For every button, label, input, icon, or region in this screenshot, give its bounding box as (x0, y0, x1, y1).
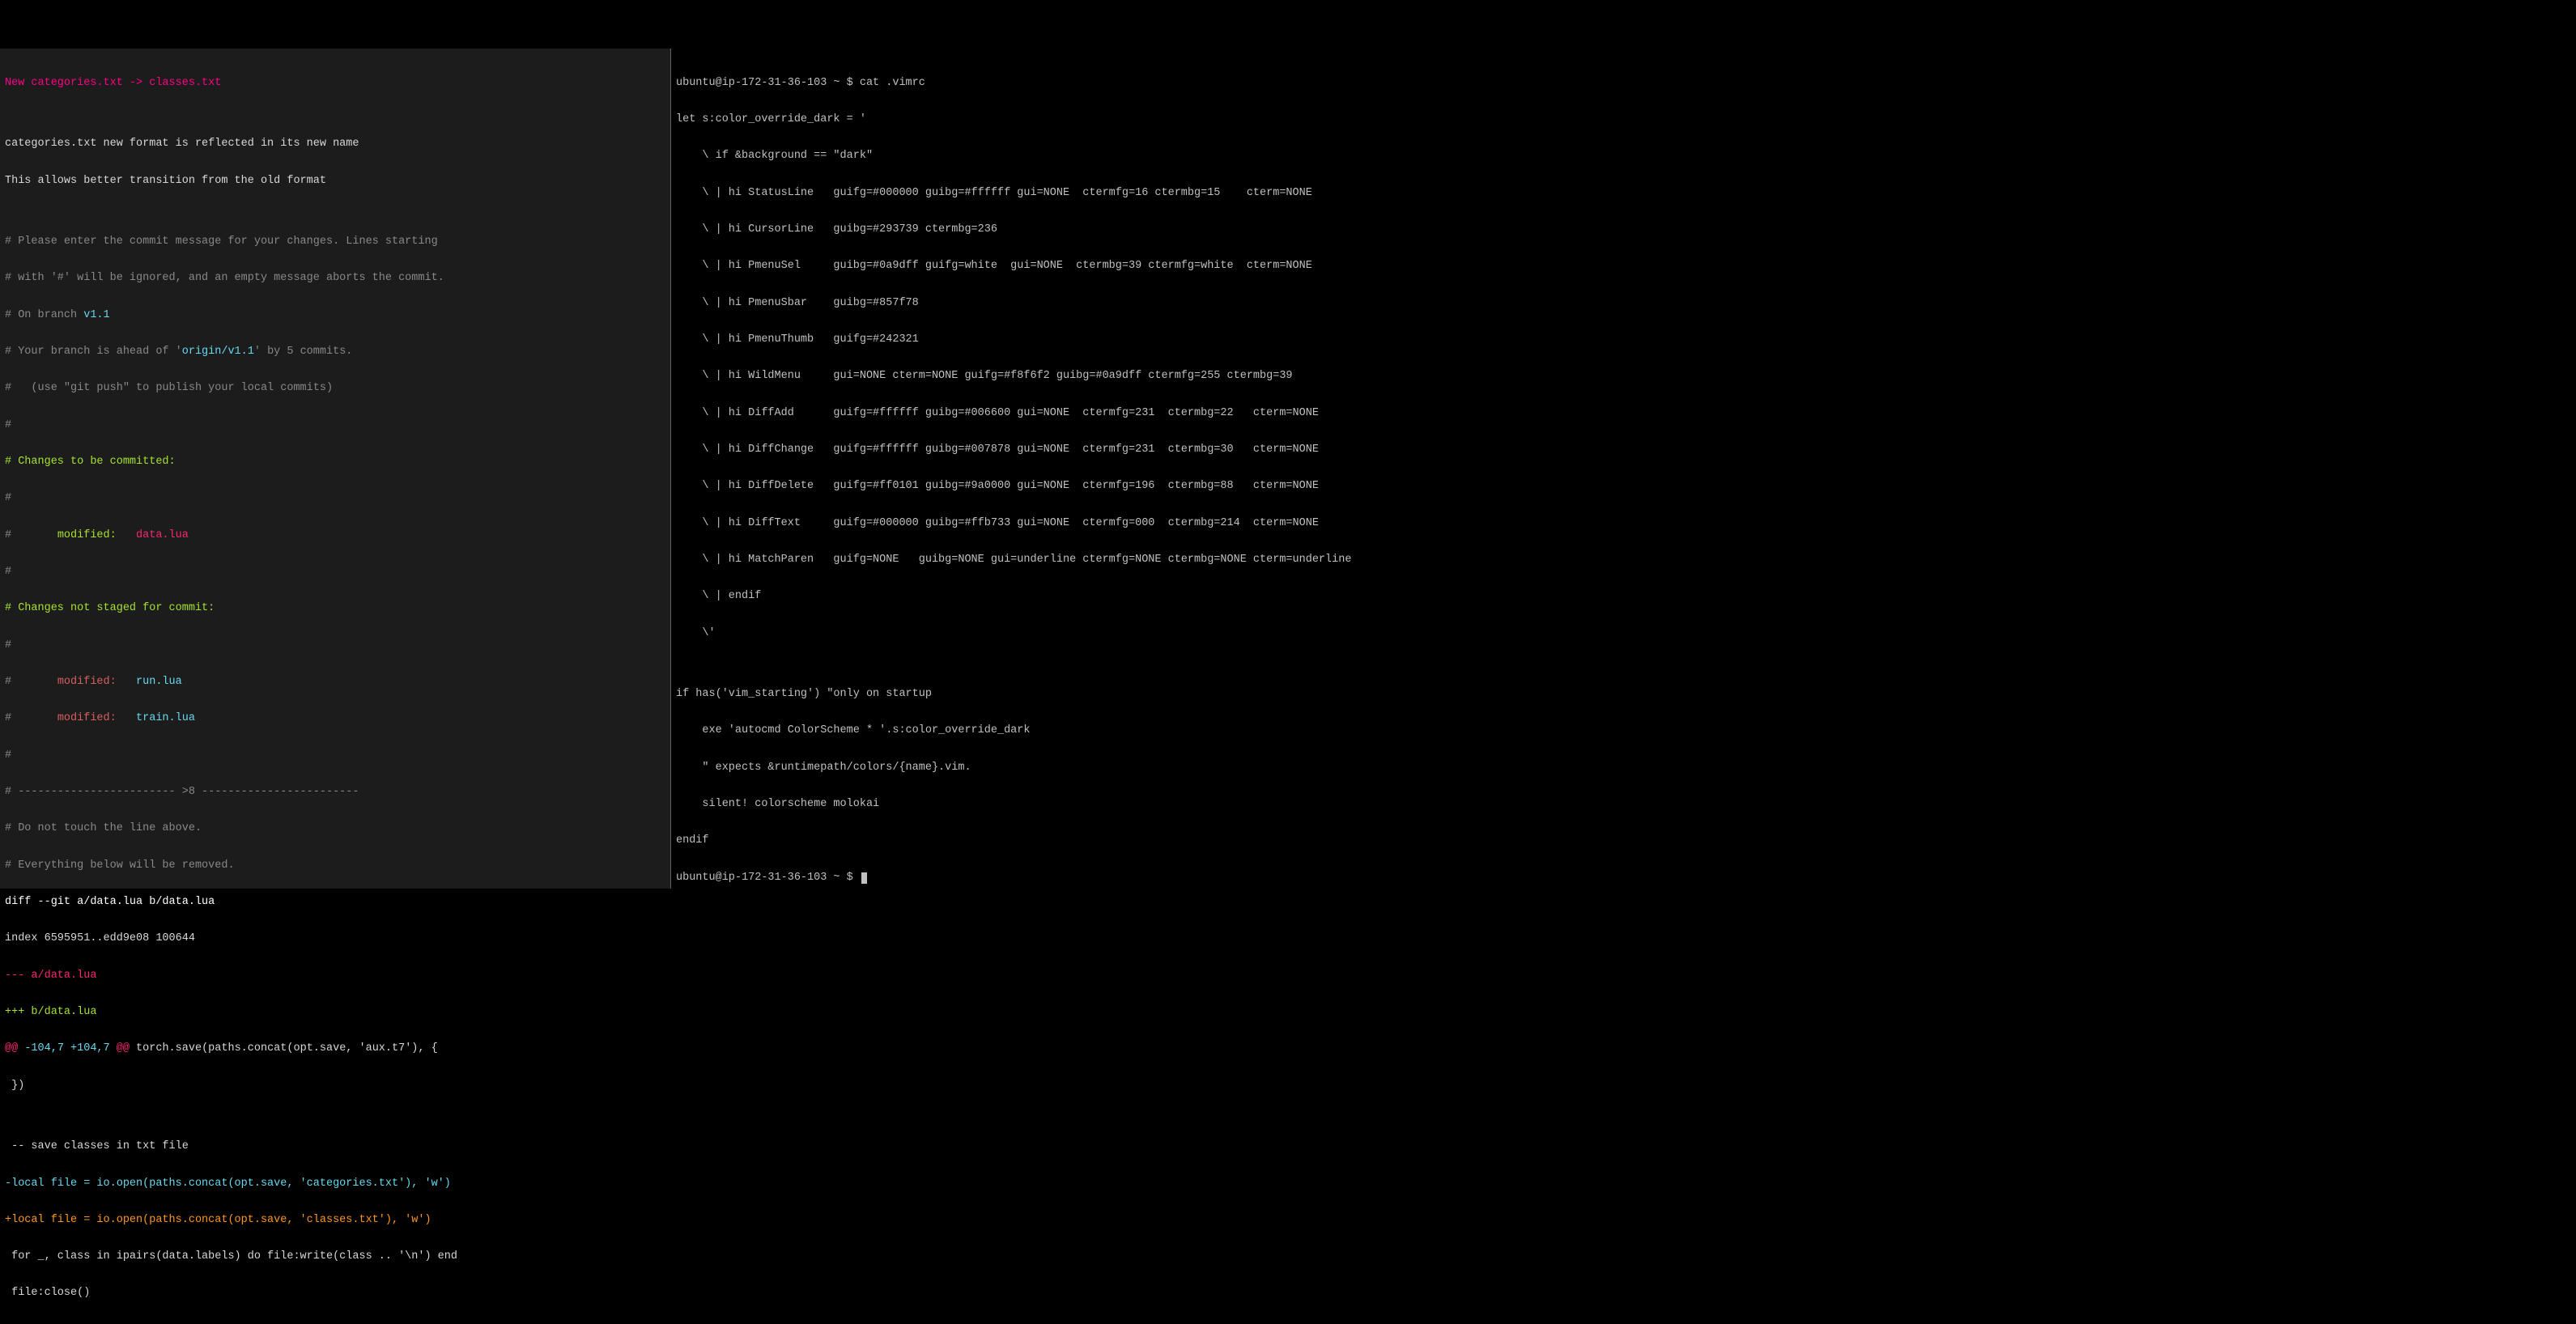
terminal-line: \ | hi StatusLine guifg=#000000 guibg=#f… (676, 187, 2570, 199)
terminal-line: " expects &runtimepath/colors/{name}.vim… (676, 762, 2570, 774)
changes-committed-header: # Changes to be committed: (5, 456, 664, 468)
commit-body-line[interactable]: This allows better transition from the o… (5, 175, 664, 187)
diff-context: }) (5, 1080, 664, 1092)
terminal-line: silent! colorscheme molokai (676, 798, 2570, 810)
comment-line: # with '#' will be ignored, and an empty… (5, 272, 664, 284)
comment-hash: # (5, 749, 664, 762)
commit-body-line[interactable]: categories.txt new format is reflected i… (5, 138, 664, 150)
diff-added-line: +local file = io.open(paths.concat(opt.s… (5, 1214, 664, 1226)
terminal-line: let s:color_override_dark = ' (676, 113, 2570, 125)
diff-hunk-header: @@ -104,7 +104,7 @@ torch.save(paths.con… (5, 1042, 664, 1055)
terminal-line: \ | hi MatchParen guifg=NONE guibg=NONE … (676, 554, 2570, 566)
shell-prompt-line[interactable]: ubuntu@ip-172-31-36-103 ~ $ (676, 872, 2570, 884)
terminal-line: \ | hi WildMenu gui=NONE cterm=NONE guif… (676, 370, 2570, 382)
push-hint: # (use "git push" to publish your local … (5, 382, 664, 394)
terminal-line: \ | hi PmenuSel guibg=#0a9dff guifg=whit… (676, 260, 2570, 272)
terminal-line: endif (676, 834, 2570, 847)
changes-not-staged-header: # Changes not staged for commit: (5, 602, 664, 614)
terminal-line: exe 'autocmd ColorScheme * '.s:color_ove… (676, 724, 2570, 736)
terminal-line: ubuntu@ip-172-31-36-103 ~ $ cat .vimrc (676, 77, 2570, 89)
terminal-line: \ | hi CursorLine guibg=#293739 ctermbg=… (676, 223, 2570, 236)
diff-context: -- save classes in txt file (5, 1140, 664, 1152)
terminal-line: if has('vim_starting') "only on startup (676, 688, 2570, 700)
ahead-line: # Your branch is ahead of 'origin/v1.1' … (5, 346, 664, 358)
right-pane-terminal[interactable]: ubuntu@ip-172-31-36-103 ~ $ cat .vimrc l… (671, 49, 2576, 889)
diff-context: file:close() (5, 1287, 664, 1299)
comment-hash: # (5, 492, 664, 504)
comment-hash: # (5, 639, 664, 651)
modified-unstaged-line: # modified: train.lua (5, 712, 664, 724)
terminal-line: \ if &background == "dark" (676, 150, 2570, 162)
modified-unstaged-line: # modified: run.lua (5, 676, 664, 688)
terminal-line: \ | hi DiffChange guifg=#ffffff guibg=#0… (676, 443, 2570, 456)
left-pane-git-commit-editor[interactable]: New categories.txt -> classes.txt catego… (0, 49, 670, 889)
comment-hash: # (5, 566, 664, 578)
diff-index: index 6595951..edd9e08 100644 (5, 932, 664, 944)
diff-header: diff --git a/data.lua b/data.lua (5, 896, 664, 908)
terminal-line: \ | hi DiffAdd guifg=#ffffff guibg=#0066… (676, 407, 2570, 419)
diff-minus-file: --- a/data.lua (5, 970, 664, 982)
comment-line: # Do not touch the line above. (5, 822, 664, 834)
terminal-line: \ | endif (676, 590, 2570, 602)
comment-hash: # (5, 419, 664, 431)
comment-line: # Please enter the commit message for yo… (5, 236, 664, 248)
comment-line: # Everything below will be removed. (5, 859, 664, 872)
cursor-icon (861, 872, 867, 884)
scissors-line: # ------------------------ >8 ----------… (5, 786, 664, 798)
terminal-line: \ | hi PmenuThumb guifg=#242321 (676, 333, 2570, 346)
diff-context: for _, class in ipairs(data.labels) do f… (5, 1250, 664, 1262)
branch-line: # On branch v1.1 (5, 309, 664, 321)
terminal-line: \' (676, 627, 2570, 639)
modified-staged-line: # modified: data.lua (5, 529, 664, 541)
diff-removed-line: -local file = io.open(paths.concat(opt.s… (5, 1178, 664, 1190)
terminal-line: \ | hi DiffText guifg=#000000 guibg=#ffb… (676, 517, 2570, 529)
terminal-line: \ | hi DiffDelete guifg=#ff0101 guibg=#9… (676, 480, 2570, 492)
tmux-split-container: New categories.txt -> classes.txt catego… (0, 49, 2576, 889)
diff-plus-file: +++ b/data.lua (5, 1006, 664, 1018)
terminal-line: \ | hi PmenuSbar guibg=#857f78 (676, 297, 2570, 309)
commit-title[interactable]: New categories.txt -> classes.txt (5, 77, 664, 89)
